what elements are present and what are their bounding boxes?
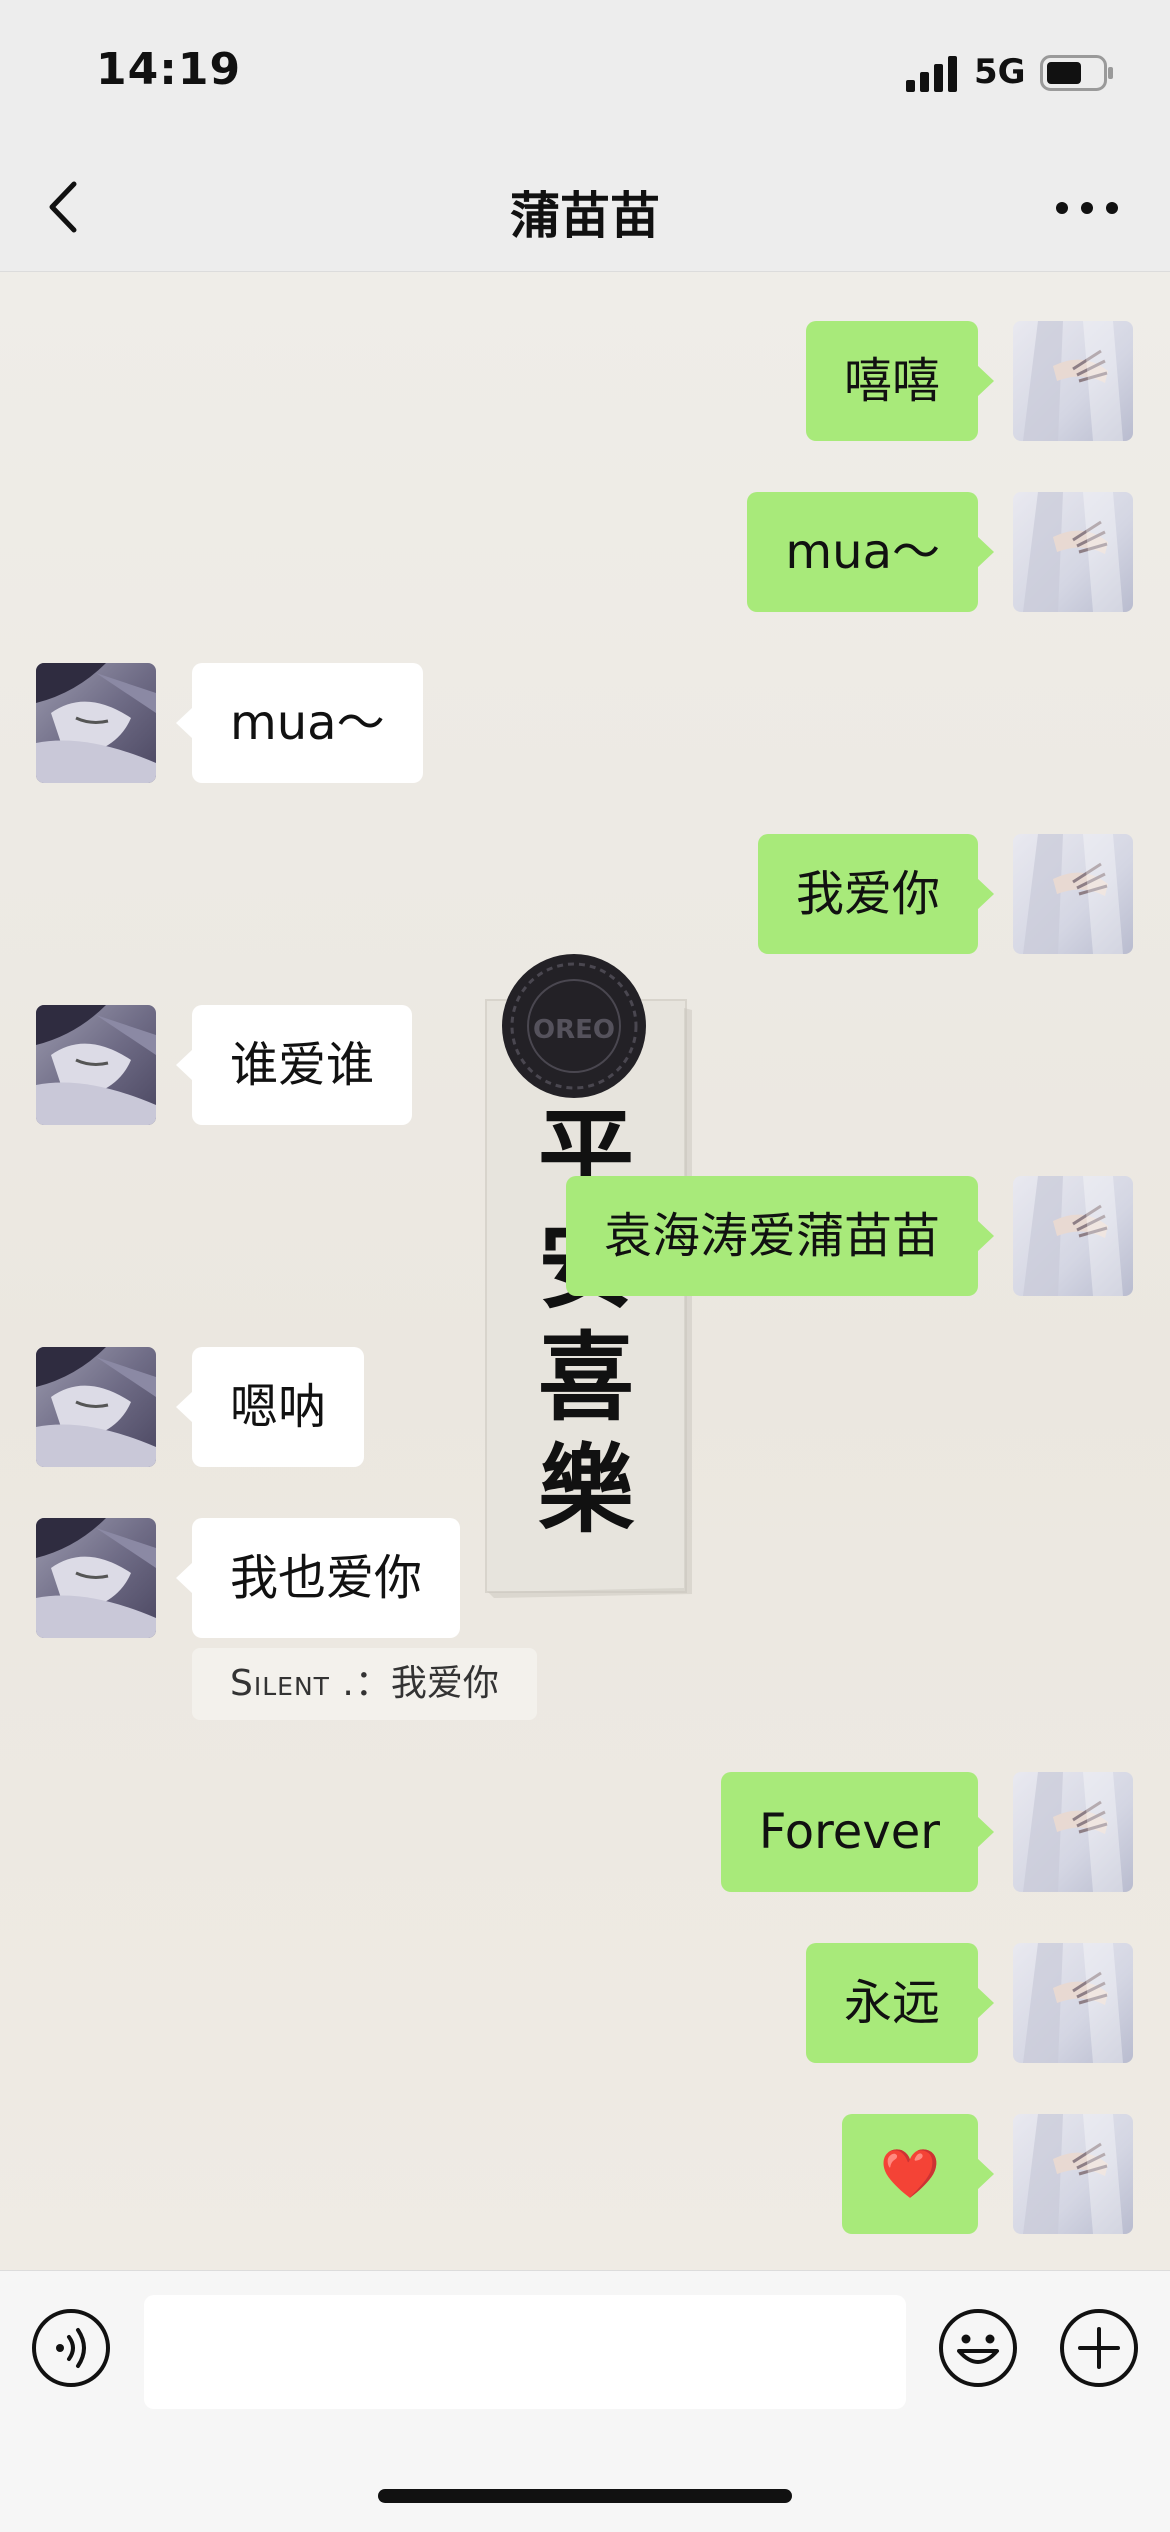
chat-message-list[interactable]: OREO 平安喜樂 嘻嘻 mua～ mua～ 我爱你 谁爱谁 袁海涛爱蒲苗苗 嗯… [0,272,1170,2270]
message-row: Forever [0,1772,1170,1892]
sent-message-bubble[interactable]: Forever [720,1772,995,1892]
voice-input-button[interactable] [30,2307,112,2389]
contact-avatar[interactable] [36,663,156,783]
message-row: mua～ [0,492,1170,612]
my-avatar[interactable] [1013,1943,1133,2063]
contact-avatar[interactable] [36,1005,156,1125]
wallpaper-calligraphy: 平安喜樂 [538,1097,634,1546]
message-row: 谁爱谁 [0,1005,1170,1125]
quote-separator: ： [354,1663,391,1704]
message-row: 嘻嘻 [0,321,1170,441]
received-message-bubble[interactable]: mua～ [176,663,423,783]
status-time: 14:19 [96,44,242,95]
sent-message-bubble[interactable]: mua～ [747,492,994,612]
sent-message-bubble[interactable]: 袁海涛爱蒲苗苗 [565,1176,995,1296]
my-avatar[interactable] [1013,492,1133,612]
input-bar [0,2270,1170,2532]
sent-heart-emoji-bubble[interactable]: ❤️ [842,2114,994,2234]
message-row: ❤️ [0,2114,1170,2234]
received-message-bubble[interactable]: 嗯呐 [175,1347,365,1467]
message-row: 我也爱你 [0,1518,1170,1638]
message-row: 永远 [0,1943,1170,2063]
more-options-button[interactable] [1050,178,1124,238]
contact-avatar[interactable] [36,1347,156,1467]
status-bar: 14:19 5G [0,0,1170,150]
message-row: 袁海涛爱蒲苗苗 [0,1176,1170,1296]
my-avatar[interactable] [1013,2114,1133,2234]
message-row: 我爱你 [0,834,1170,954]
emoji-button[interactable] [937,2307,1019,2389]
contact-avatar[interactable] [36,1518,156,1638]
received-message-bubble[interactable]: 我也爱你 [175,1518,461,1638]
my-avatar[interactable] [1013,321,1133,441]
cellular-signal-icon [906,56,957,92]
my-avatar[interactable] [1013,1176,1133,1296]
chat-header: 蒲苗苗 [0,150,1170,272]
sent-message-bubble[interactable]: 嘻嘻 [805,321,995,441]
chat-title: 蒲苗苗 [510,187,660,245]
battery-icon [1040,55,1113,91]
more-functions-plus-button[interactable] [1058,2307,1140,2389]
message-row: 嗯呐 [0,1347,1170,1467]
home-indicator [378,2489,792,2503]
message-row: mua～ [0,663,1170,783]
sent-message-bubble[interactable]: 我爱你 [757,834,995,954]
quoted-reply[interactable]: Silent .：我爱你 [192,1648,537,1720]
sent-message-bubble[interactable]: 永远 [805,1943,995,2063]
my-avatar[interactable] [1013,1772,1133,1892]
my-avatar[interactable] [1013,834,1133,954]
message-input[interactable] [144,2295,906,2409]
received-message-bubble[interactable]: 谁爱谁 [175,1005,413,1125]
quoted-sender-name: Silent . [230,1663,355,1704]
quoted-text: 我爱你 [390,1663,499,1704]
network-label: 5G [974,52,1026,92]
